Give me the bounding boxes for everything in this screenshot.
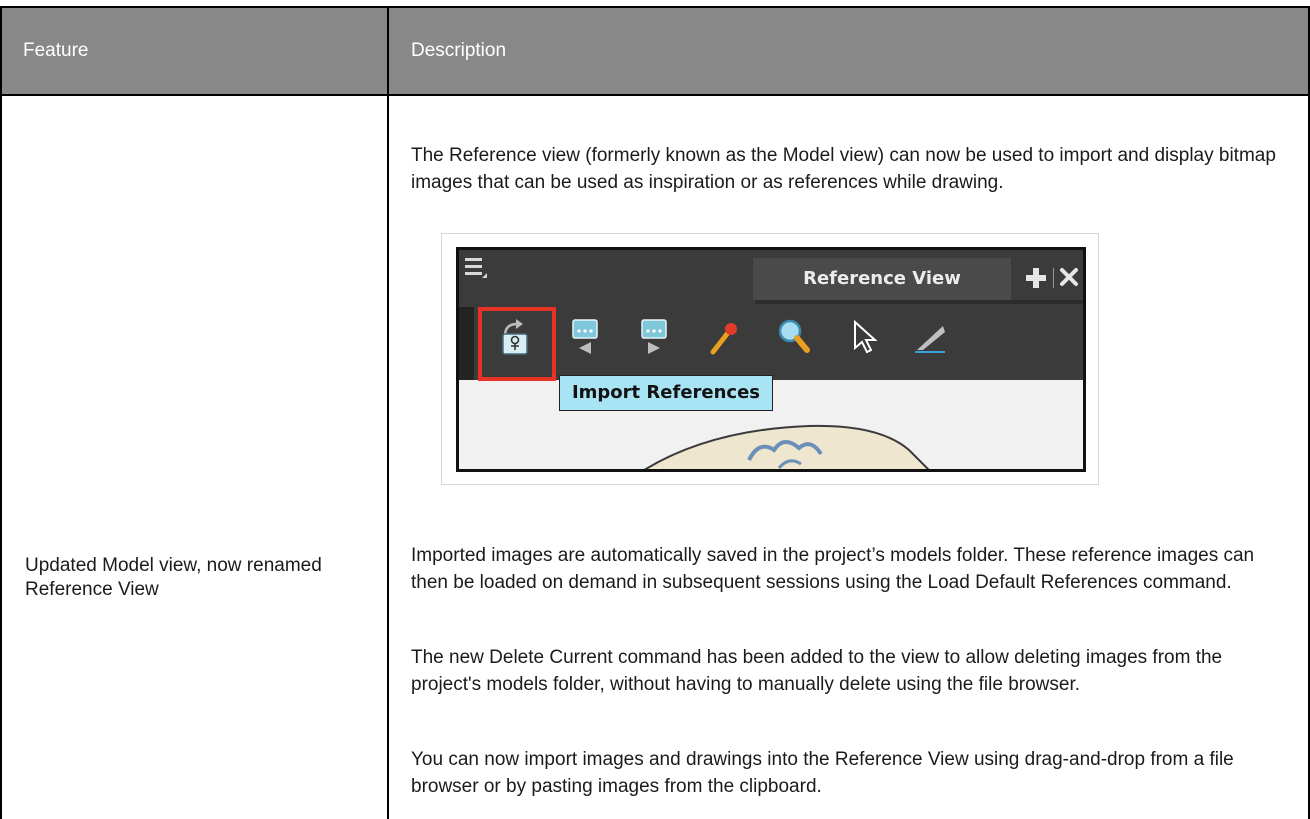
column-divider	[387, 6, 389, 819]
description-paragraph-3: The new Delete Current command has been …	[411, 647, 1223, 695]
header-feature: Feature	[23, 40, 89, 61]
import-references-highlight	[478, 307, 556, 381]
select-button[interactable]	[843, 316, 883, 358]
reference-view-screenshot: Reference View Import References	[441, 233, 1099, 485]
description-paragraph-4: You can now import images and drawings i…	[411, 749, 1234, 797]
zoom-icon	[778, 319, 810, 353]
tab-underline	[755, 300, 1083, 304]
menu-icon[interactable]	[465, 256, 487, 278]
tab-separator	[1053, 268, 1054, 288]
add-view-icon[interactable]	[1024, 266, 1048, 290]
previous-reference-icon	[572, 319, 598, 354]
header-description: Description	[411, 40, 507, 61]
select-icon	[854, 319, 878, 354]
color-picker-button[interactable]	[703, 316, 743, 358]
feature-name: Updated Model view, now renamed Referenc…	[25, 555, 322, 600]
tooltip-import-references: Import References	[559, 375, 773, 411]
close-icon[interactable]	[1059, 267, 1079, 287]
tab-reference-view[interactable]: Reference View	[753, 258, 1011, 300]
description-paragraph-2: Imported images are automatically saved …	[411, 545, 1255, 593]
pencil-button[interactable]	[911, 316, 951, 358]
table-header: Feature Description	[2, 6, 1308, 96]
next-reference-button[interactable]	[634, 316, 674, 358]
reference-image-wave	[644, 424, 930, 469]
color-picker-icon	[710, 323, 737, 355]
feature-table: Feature Description Updated Model view, …	[0, 6, 1310, 819]
pencil-icon	[915, 326, 945, 353]
toolbar-edge	[459, 307, 474, 380]
next-reference-icon	[641, 319, 667, 354]
zoom-button[interactable]	[773, 316, 813, 358]
description-paragraph-1: The Reference view (formerly known as th…	[411, 145, 1276, 193]
reference-view-panel: Reference View Import References	[456, 247, 1086, 472]
previous-reference-button[interactable]	[565, 316, 605, 358]
